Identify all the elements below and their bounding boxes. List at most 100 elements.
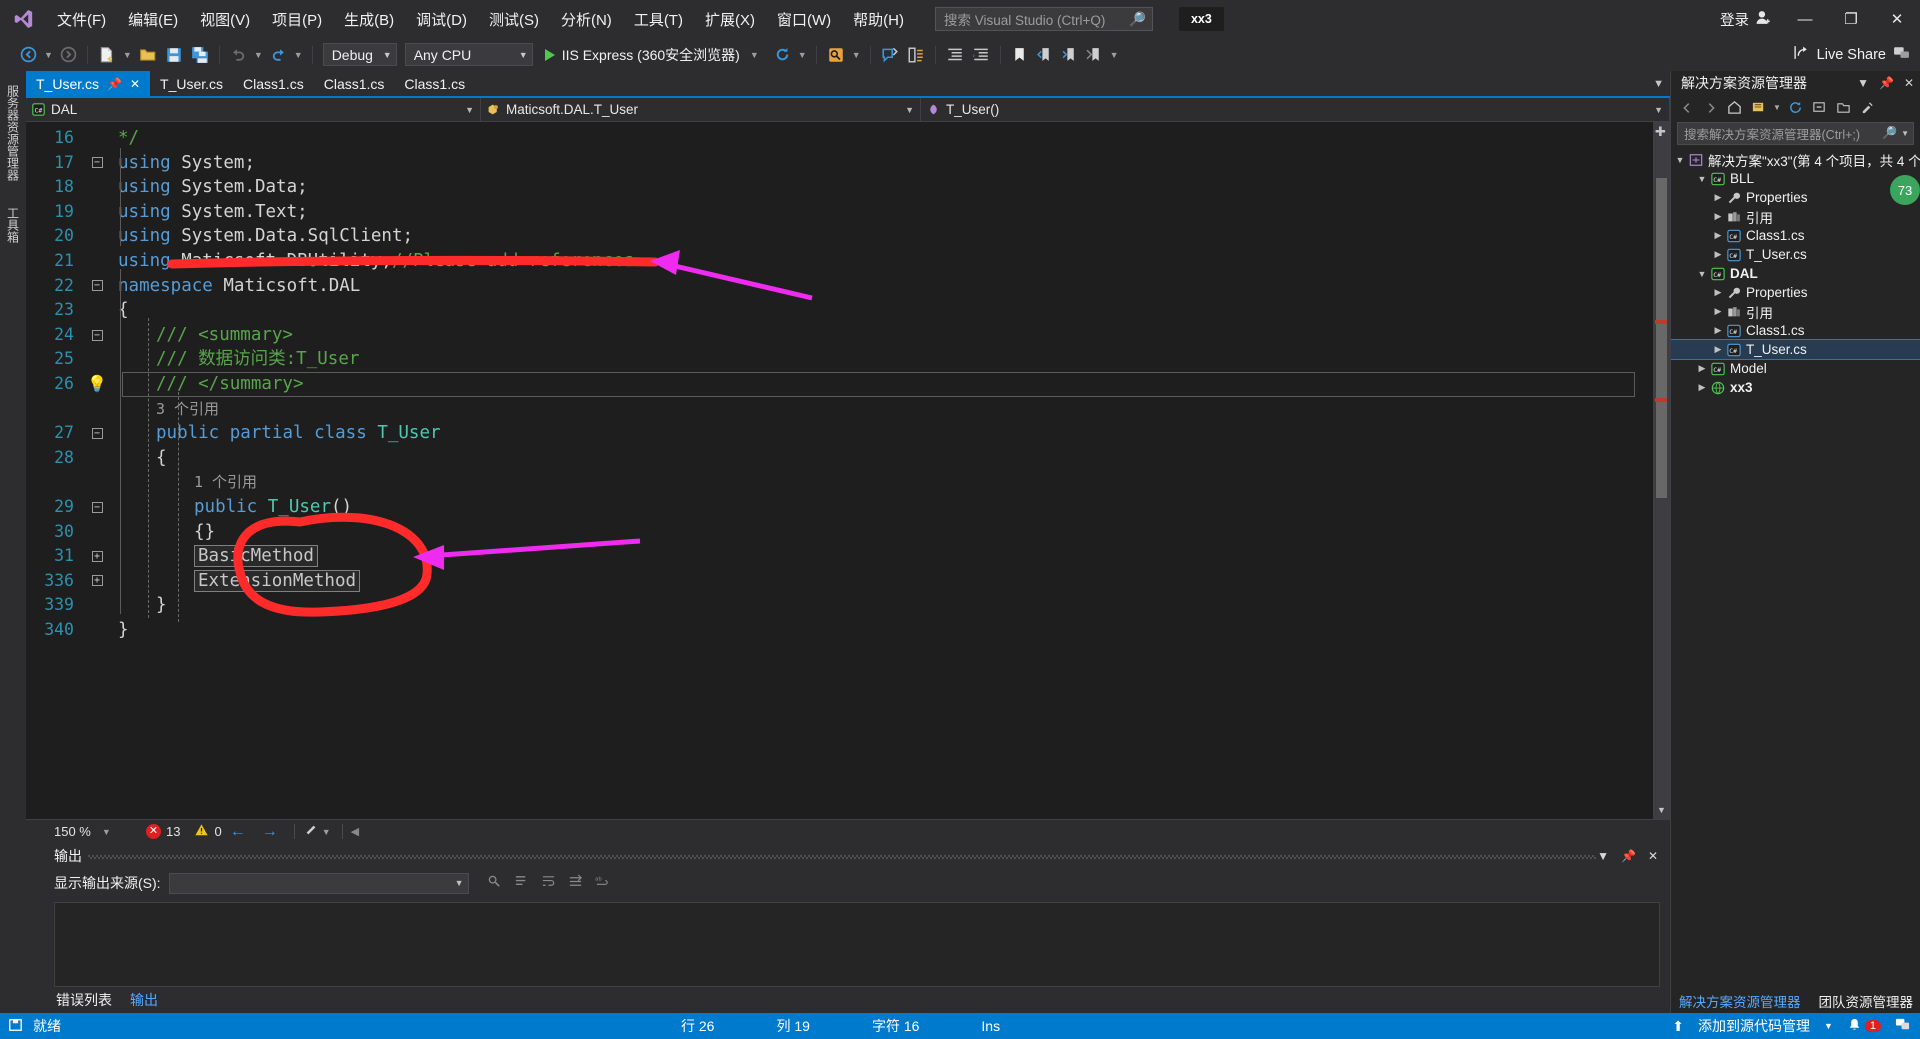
- decrease-indent-button[interactable]: [942, 42, 968, 68]
- menu-window[interactable]: 窗口(W): [766, 0, 842, 38]
- solution-configuration-combo[interactable]: Debug ▼: [322, 43, 397, 66]
- tab-t-user-cs-active[interactable]: T_User.cs 📌 ✕: [26, 71, 151, 96]
- find-message-icon[interactable]: [487, 874, 502, 892]
- code-line[interactable]: 16 */: [26, 126, 1653, 151]
- save-button[interactable]: [161, 42, 187, 68]
- go-to-message-icon[interactable]: [568, 874, 583, 892]
- toolbar-overflow-icon[interactable]: ▼: [1107, 50, 1122, 60]
- close-icon[interactable]: ✕: [1904, 76, 1914, 90]
- tab-class1-cs-2[interactable]: Class1.cs: [314, 71, 395, 96]
- expand-arrow-icon[interactable]: ▼: [1673, 155, 1687, 165]
- warning-count[interactable]: 0: [194, 823, 222, 840]
- outlining-toggle-icon[interactable]: −: [84, 501, 110, 513]
- search-options-icon[interactable]: ▼: [1897, 129, 1909, 138]
- chevron-right-icon[interactable]: ▶: [1695, 363, 1709, 374]
- live-share-button[interactable]: Live Share: [1793, 44, 1920, 65]
- toggle-word-wrap-icon[interactable]: [541, 874, 556, 892]
- close-window-button[interactable]: ✕: [1874, 0, 1920, 38]
- code-line[interactable]: 21 using Maticsoft.DBUtility;//Please add…: [26, 249, 1653, 274]
- code-editor[interactable]: 16 */17− using System; 18 using System.Data;…: [26, 122, 1653, 819]
- toolbox-tab[interactable]: 工具箱: [3, 203, 24, 247]
- outlining-toggle-icon[interactable]: −: [84, 329, 110, 341]
- navigate-forward-button[interactable]: [56, 42, 81, 68]
- code-line[interactable]: 31 + BasicMethod: [26, 544, 1653, 569]
- tree-item-model[interactable]: ▶ C# Model: [1671, 359, 1920, 378]
- chevron-down-icon[interactable]: ▼: [1824, 1021, 1833, 1031]
- refresh-dropdown-icon[interactable]: ▼: [795, 50, 810, 60]
- chevron-down-icon[interactable]: ▼: [1695, 174, 1709, 184]
- start-debugging-button[interactable]: IIS Express (360安全浏览器) ▼: [537, 42, 770, 68]
- chevron-down-icon[interactable]: ▼: [1695, 269, 1709, 279]
- code-line[interactable]: 27− public partial class T_User: [26, 421, 1653, 446]
- chevron-right-icon[interactable]: ▶: [1711, 192, 1725, 203]
- intellicode-button[interactable]: [823, 42, 849, 68]
- back-icon[interactable]: [1677, 98, 1696, 117]
- menu-debug[interactable]: 调试(D): [405, 0, 478, 38]
- toggle-bookmark-button[interactable]: [1007, 42, 1032, 68]
- sign-in-button[interactable]: 登录: [1710, 9, 1782, 30]
- forward-icon[interactable]: [1701, 98, 1720, 117]
- tree-item---[interactable]: ▶ 引用: [1671, 302, 1920, 321]
- tree-item-class1-cs[interactable]: ▶ C# Class1.cs: [1671, 226, 1920, 245]
- chevron-right-icon[interactable]: ▶: [1711, 287, 1725, 298]
- word-wrap-icon[interactable]: ab: [595, 874, 610, 892]
- home-icon[interactable]: [1725, 98, 1744, 117]
- filter-dropdown-icon[interactable]: ▼: [1773, 103, 1781, 112]
- panel-dropdown-icon[interactable]: ▼: [1857, 76, 1869, 90]
- minimize-button[interactable]: —: [1782, 0, 1828, 38]
- scroll-down-arrow[interactable]: ▼: [1653, 802, 1670, 819]
- solution-tree[interactable]: ▼ 解决方案"xx3"(第 4 个项目，共 4 个) ▼ C# BLL ▶ Proper…: [1671, 148, 1920, 989]
- new-project-button[interactable]: [94, 42, 120, 68]
- menu-view[interactable]: 视图(V): [189, 0, 261, 38]
- navbar-project-combo[interactable]: C# DAL ▼: [26, 98, 481, 121]
- undo-dropdown-icon[interactable]: ▼: [251, 50, 266, 60]
- tree-item-class1-cs[interactable]: ▶ C# Class1.cs: [1671, 321, 1920, 340]
- clear-bookmarks-button[interactable]: [1082, 42, 1107, 68]
- maximize-restore-button[interactable]: ❐: [1828, 0, 1874, 38]
- previous-bookmark-button[interactable]: [1032, 42, 1057, 68]
- solution-badge[interactable]: xx3: [1178, 7, 1224, 31]
- navbar-member-combo[interactable]: T_User() ▼: [921, 98, 1670, 121]
- code-line[interactable]: 17− using System;: [26, 151, 1653, 176]
- refresh-button[interactable]: [770, 42, 795, 68]
- tab-output[interactable]: 输出: [130, 990, 158, 1010]
- feedback-smiley-icon[interactable]: [1895, 1017, 1910, 1035]
- menu-test[interactable]: 测试(S): [478, 0, 550, 38]
- menu-file[interactable]: 文件(F): [46, 0, 117, 38]
- code-line[interactable]: 28 {: [26, 446, 1653, 471]
- navbar-type-combo[interactable]: Maticsoft.DAL.T_User ▼: [481, 98, 921, 121]
- tree-item-t-user-cs[interactable]: ▶ C# T_User.cs: [1671, 339, 1920, 360]
- code-line[interactable]: 20 using System.Data.SqlClient;: [26, 224, 1653, 249]
- format-dropdown-icon[interactable]: ▼: [319, 827, 334, 837]
- chevron-right-icon[interactable]: ▶: [1711, 344, 1725, 355]
- code-line[interactable]: 340}: [26, 618, 1653, 643]
- next-bookmark-button[interactable]: [1057, 42, 1082, 68]
- chevron-right-icon[interactable]: ▶: [1711, 230, 1725, 241]
- intellicode-dropdown-icon[interactable]: ▼: [849, 50, 864, 60]
- quick-launch-search[interactable]: 搜索 Visual Studio (Ctrl+Q) 🔎: [934, 7, 1153, 31]
- increase-indent-button[interactable]: ›: [968, 42, 994, 68]
- tab-t-user-cs-2[interactable]: T_User.cs: [150, 71, 233, 96]
- new-project-dropdown-icon[interactable]: ▼: [120, 50, 135, 60]
- solution-root-row[interactable]: ▼ 解决方案"xx3"(第 4 个项目，共 4 个): [1671, 150, 1920, 169]
- code-line[interactable]: 18 using System.Data;: [26, 175, 1653, 200]
- panel-drag-grip[interactable]: [88, 855, 1596, 859]
- clear-pane-icon[interactable]: [514, 874, 529, 892]
- code-line[interactable]: 3 个引用: [26, 397, 1653, 422]
- code-line[interactable]: 23{: [26, 298, 1653, 323]
- panel-dropdown-icon[interactable]: ▼: [1597, 849, 1609, 863]
- chevron-right-icon[interactable]: ▶: [1711, 325, 1725, 336]
- close-icon[interactable]: ✕: [130, 77, 140, 91]
- solution-platform-combo[interactable]: Any CPU ▼: [404, 43, 533, 66]
- lightbulb-icon[interactable]: 💡: [84, 372, 110, 397]
- chevron-right-icon[interactable]: ▶: [1711, 249, 1725, 260]
- undo-button[interactable]: [226, 42, 251, 68]
- tree-item-dal[interactable]: ▼ C# DAL: [1671, 264, 1920, 283]
- uncomment-selection-button[interactable]: [903, 42, 929, 68]
- navigate-backward-button[interactable]: [16, 42, 41, 68]
- pin-icon[interactable]: 📌: [1879, 76, 1894, 90]
- outlining-toggle-icon[interactable]: −: [84, 427, 110, 439]
- previous-error-button[interactable]: ←: [222, 823, 254, 841]
- code-line[interactable]: 339}: [26, 593, 1653, 618]
- code-line[interactable]: 336 + ExtensionMethod: [26, 569, 1653, 594]
